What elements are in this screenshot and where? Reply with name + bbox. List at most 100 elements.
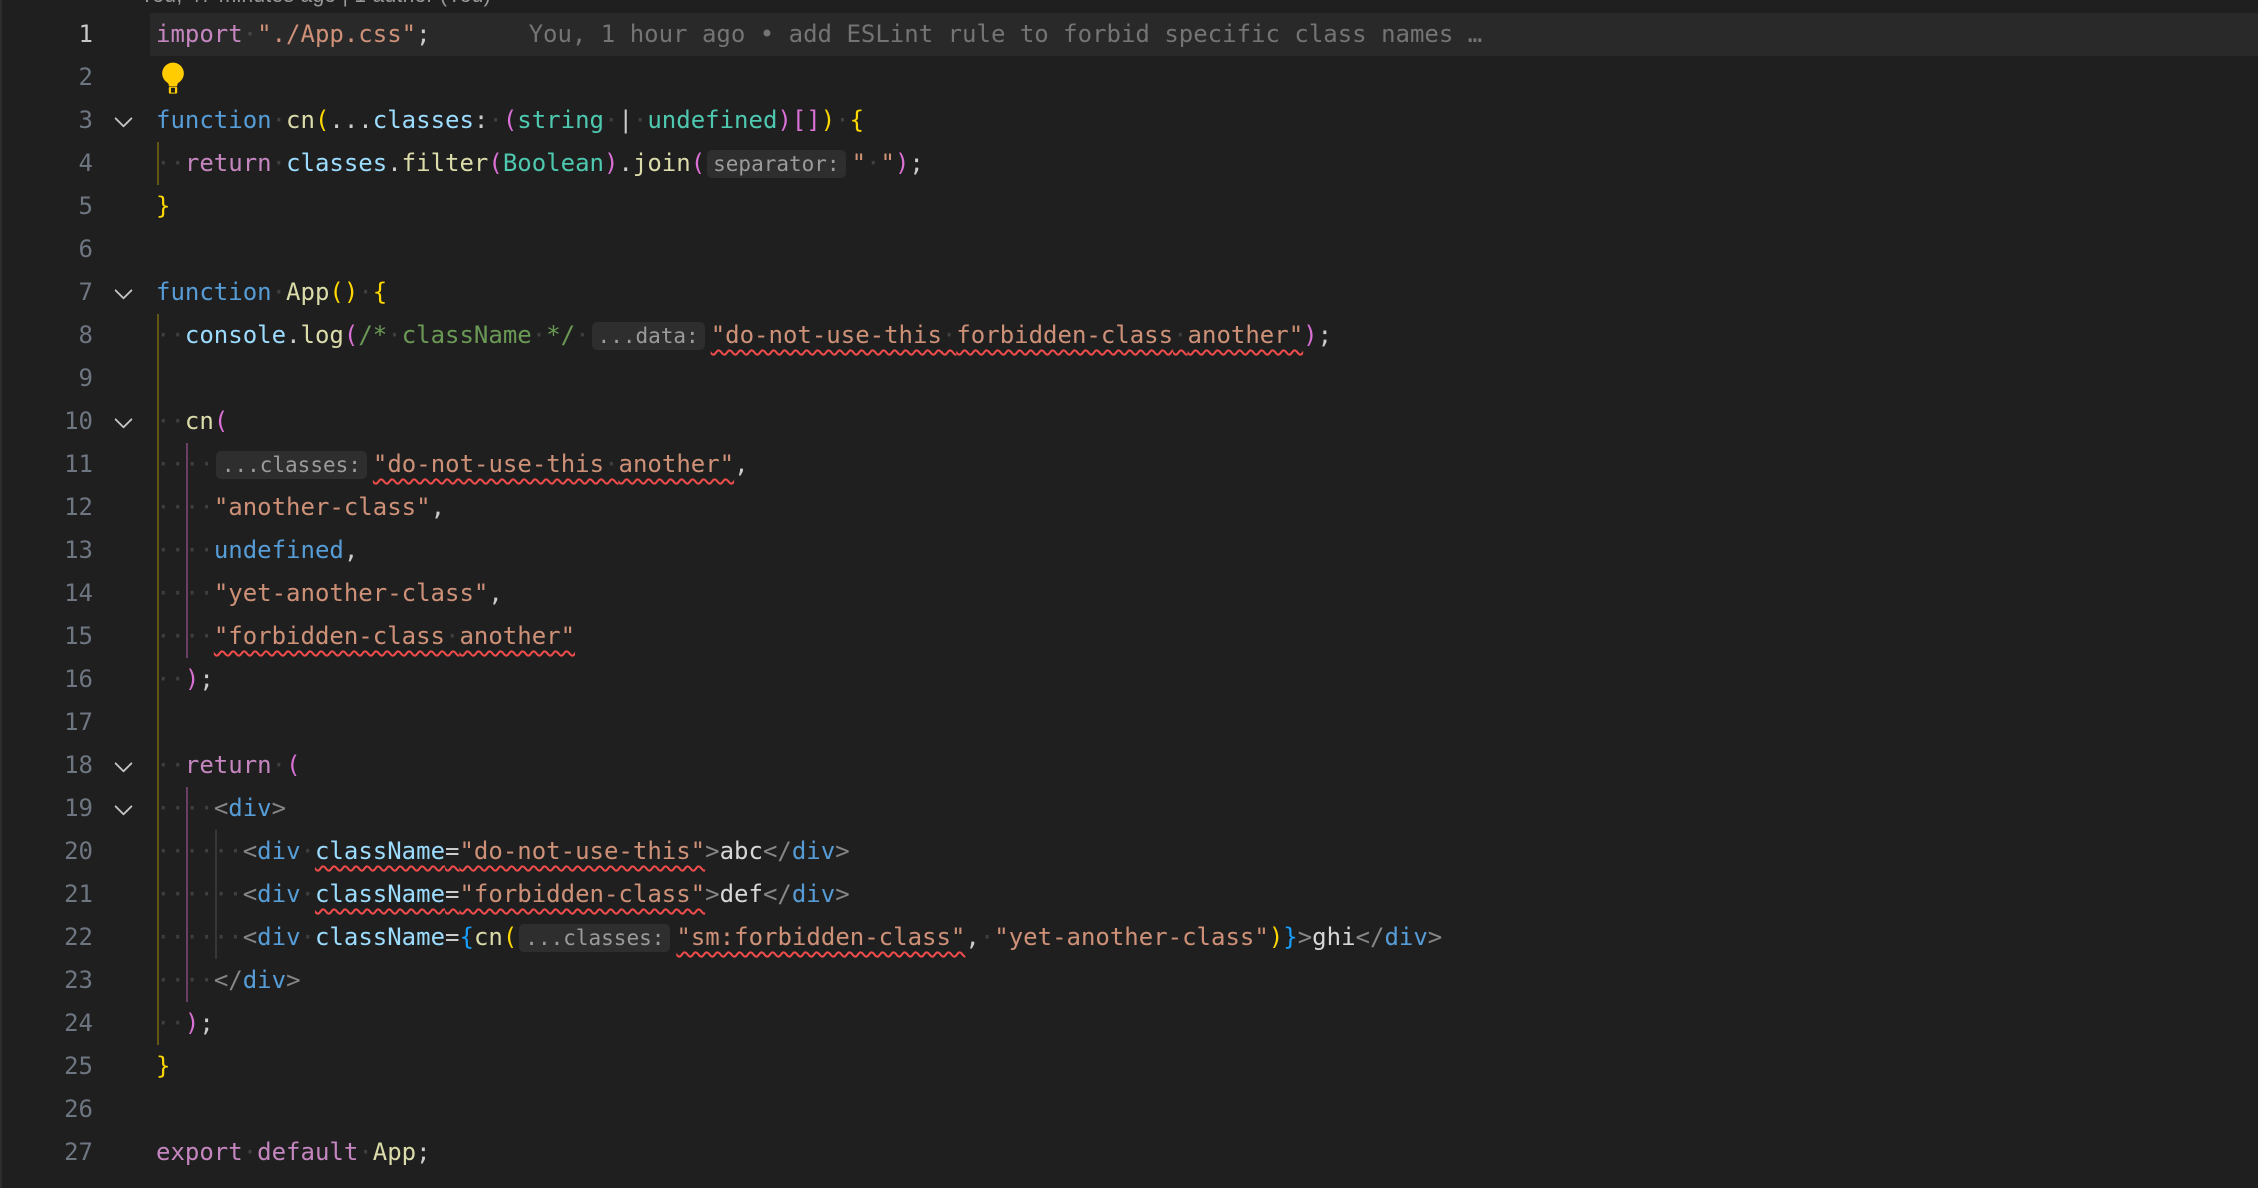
code-text: ····...classes:"do-not-use-this·another"…: [156, 443, 749, 487]
code-line[interactable]: 27export·default·App;: [0, 1131, 2258, 1174]
line-number[interactable]: 8: [0, 314, 93, 357]
line-number[interactable]: 15: [0, 615, 93, 658]
line-number[interactable]: 20: [0, 830, 93, 873]
whitespace-dot: ·: [214, 923, 228, 951]
inlay-hint[interactable]: separator:: [707, 150, 845, 178]
whitespace-dot: ·: [185, 536, 199, 564]
code-token: >: [1428, 923, 1442, 951]
code-token: ): [821, 106, 835, 134]
code-token: (: [214, 407, 228, 435]
code-line[interactable]: 11····...classes:"do-not-use-this·anothe…: [0, 443, 2258, 486]
code-line[interactable]: 12····"another-class",: [0, 486, 2258, 529]
code-token: ·: [243, 20, 257, 48]
line-number[interactable]: 1: [0, 13, 93, 56]
code-token: }: [156, 192, 170, 220]
code-token: undefined: [214, 536, 344, 564]
codelens-blame[interactable]: You, 47 minutes ago | 1 author (You): [140, 0, 491, 11]
whitespace-dot: ·: [170, 1009, 184, 1037]
code-token: div: [228, 794, 271, 822]
inlay-hint[interactable]: ...data:: [592, 322, 705, 350]
code-line[interactable]: 2: [0, 56, 2258, 99]
whitespace-dot: ·: [835, 106, 849, 134]
code-token: "sm:forbidden-class": [676, 923, 965, 951]
whitespace-dot: ·: [866, 149, 880, 177]
error-squiggle: "do-not-use-this·forbidden-class·another…: [711, 321, 1303, 349]
whitespace-dot: ·: [185, 794, 199, 822]
code-line[interactable]: 9: [0, 357, 2258, 400]
code-line[interactable]: 13····undefined,: [0, 529, 2258, 572]
code-line[interactable]: 10··cn(: [0, 400, 2258, 443]
code-text: ····"forbidden-class·another": [156, 615, 575, 658]
chevron-down-icon[interactable]: [114, 281, 132, 299]
line-number[interactable]: 19: [0, 787, 93, 830]
chevron-down-icon[interactable]: [114, 109, 132, 127]
code-line[interactable]: 5}: [0, 185, 2258, 228]
line-number[interactable]: 10: [0, 400, 93, 443]
line-number[interactable]: 27: [0, 1131, 93, 1174]
code-line[interactable]: 15 ····"forbidden-class·another": [0, 615, 2258, 658]
line-number[interactable]: 23: [0, 959, 93, 1002]
code-text: ····"yet-another-class",: [156, 572, 503, 615]
line-number[interactable]: 22: [0, 916, 93, 959]
code-token: App: [373, 1138, 416, 1166]
line-number[interactable]: 9: [0, 357, 93, 400]
code-line[interactable]: 6: [0, 228, 2258, 271]
code-text: ····</div>: [156, 959, 301, 1002]
code-line[interactable]: 25}: [0, 1045, 2258, 1088]
inlay-hint[interactable]: ...classes:: [519, 924, 670, 952]
chevron-down-icon[interactable]: [114, 797, 132, 815]
code-line[interactable]: 8··console.log(/*·className·*/·...data:"…: [0, 314, 2258, 357]
code-line[interactable]: 18··return·(: [0, 744, 2258, 787]
line-number[interactable]: 24: [0, 1002, 93, 1045]
code-line[interactable]: 7function·App()·{: [0, 271, 2258, 314]
code-token: def: [720, 880, 763, 908]
whitespace-dot: ·: [387, 321, 401, 349]
line-number[interactable]: 14: [0, 572, 93, 615]
inlay-hint[interactable]: ...classes:: [216, 451, 367, 479]
code-token: ;: [199, 1009, 213, 1037]
line-number[interactable]: 6: [0, 228, 93, 271]
line-number[interactable]: 5: [0, 185, 93, 228]
code-line[interactable]: 1import·"./App.css";You, 1 hour ago • ad…: [0, 13, 2258, 56]
chevron-down-icon[interactable]: [114, 754, 132, 772]
code-token: {: [459, 923, 473, 951]
code-line[interactable]: 23 ····</div>: [0, 959, 2258, 1002]
line-number[interactable]: 21: [0, 873, 93, 916]
code-line[interactable]: 22······<div·className={cn(...classes:"s…: [0, 916, 2258, 959]
line-number[interactable]: 18: [0, 744, 93, 787]
chevron-down-icon[interactable]: [114, 410, 132, 428]
whitespace-dot: ·: [228, 880, 242, 908]
whitespace-dot: ·: [604, 450, 618, 478]
code-line[interactable]: 24··);: [0, 1002, 2258, 1045]
line-number[interactable]: 13: [0, 529, 93, 572]
line-number[interactable]: 3: [0, 99, 93, 142]
line-number[interactable]: 16: [0, 658, 93, 701]
code-token: cn: [185, 407, 214, 435]
line-number[interactable]: 11: [0, 443, 93, 486]
line-number[interactable]: 12: [0, 486, 93, 529]
code-token: ····: [156, 450, 214, 478]
code-editor[interactable]: You, 47 minutes ago | 1 author (You) 1im…: [0, 0, 2258, 1188]
whitespace-dot: ·: [170, 837, 184, 865]
code-line[interactable]: 20······<div·className="do-not-use-this"…: [0, 830, 2258, 873]
code-token: ··: [156, 1009, 185, 1037]
code-line[interactable]: 14 ····"yet-another-class",: [0, 572, 2258, 615]
code-token: ······: [156, 837, 243, 865]
line-number[interactable]: 26: [0, 1088, 93, 1131]
code-line[interactable]: 3function·cn(...classes:·(string·|·undef…: [0, 99, 2258, 142]
whitespace-dot: ·: [156, 923, 170, 951]
line-number[interactable]: 17: [0, 701, 93, 744]
code-line[interactable]: 26: [0, 1088, 2258, 1131]
code-line[interactable]: 21······<div·className="forbidden-class"…: [0, 873, 2258, 916]
code-line[interactable]: 17: [0, 701, 2258, 744]
code-token: :: [474, 106, 488, 134]
code-line[interactable]: 19····<div>: [0, 787, 2258, 830]
line-number[interactable]: 7: [0, 271, 93, 314]
line-number[interactable]: 2: [0, 56, 93, 99]
code-line[interactable]: 4··return·classes.filter(Boolean).join(s…: [0, 142, 2258, 185]
line-number[interactable]: 4: [0, 142, 93, 185]
whitespace-dot: ·: [156, 880, 170, 908]
code-token: /*·className·*/: [358, 321, 575, 349]
code-line[interactable]: 16··);: [0, 658, 2258, 701]
line-number[interactable]: 25: [0, 1045, 93, 1088]
